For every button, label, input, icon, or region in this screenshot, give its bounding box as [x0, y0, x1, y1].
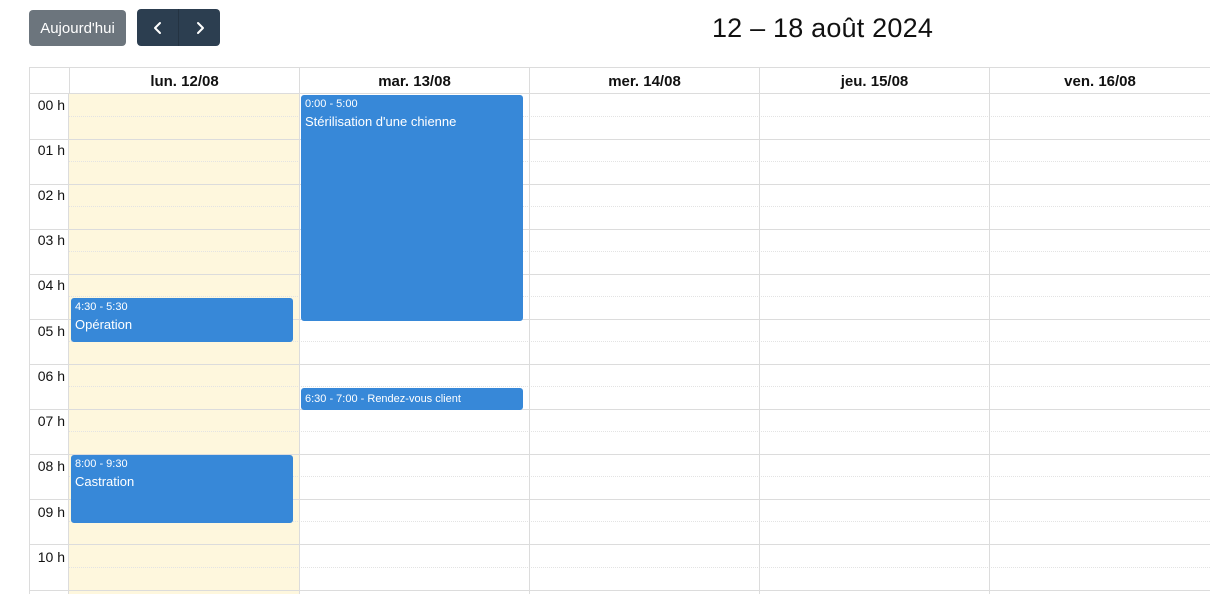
half-hour-line	[69, 251, 1210, 252]
hour-label: 06 h	[37, 368, 65, 384]
event-title: Castration	[75, 474, 135, 489]
hour-line	[29, 229, 1210, 230]
chevron-left-icon	[153, 21, 161, 34]
hour-label: 09 h	[37, 504, 65, 520]
half-hour-line	[69, 431, 1210, 432]
half-hour-line	[69, 296, 1210, 297]
event-time: 4:30 - 5:30	[75, 301, 128, 313]
day-header-thu[interactable]: jeu. 15/08	[759, 68, 989, 94]
week-grid: lun. 12/08 mar. 13/08 mer. 14/08 jeu. 15…	[29, 67, 1210, 594]
column-line	[989, 94, 990, 594]
day-header-row: lun. 12/08 mar. 13/08 mer. 14/08 jeu. 15…	[29, 67, 1210, 94]
hour-line	[29, 409, 1210, 410]
hour-label: 02 h	[37, 187, 65, 203]
event-title: Opération	[75, 317, 133, 332]
day-header-wed[interactable]: mer. 14/08	[529, 68, 759, 94]
prev-week-button[interactable]	[137, 9, 178, 46]
next-week-button[interactable]	[178, 9, 220, 46]
day-header-mon[interactable]: lun. 12/08	[69, 68, 299, 94]
day-header-fri[interactable]: ven. 16/08	[989, 68, 1210, 94]
hour-line	[29, 184, 1210, 185]
hour-label: 00 h	[37, 97, 65, 113]
hour-line	[29, 544, 1210, 545]
half-hour-line	[69, 386, 1210, 387]
event-time: 0:00 - 5:00	[305, 98, 358, 110]
day-header-tue[interactable]: mar. 13/08	[299, 68, 529, 94]
calendar-toolbar: Aujourd'hui 12 – 18 août 2024	[0, 0, 1210, 60]
event-time: 8:00 - 9:30	[75, 458, 128, 470]
half-hour-line	[69, 116, 1210, 117]
hour-label: 10 h	[37, 549, 65, 565]
hour-label: 03 h	[37, 232, 65, 248]
calendar-event[interactable]: 0:00 - 5:00 Stérilisation d'une chienne	[301, 95, 523, 321]
calendar-title: 12 – 18 août 2024	[711, 13, 934, 43]
column-line	[68, 94, 69, 594]
chevron-right-icon	[196, 21, 204, 34]
hour-line	[29, 364, 1210, 365]
hour-label: 01 h	[37, 142, 65, 158]
calendar-event[interactable]: 4:30 - 5:30 Opération	[71, 298, 293, 342]
hour-line	[29, 139, 1210, 140]
calendar-event[interactable]: 8:00 - 9:30 Castration	[71, 455, 293, 523]
column-line	[299, 94, 300, 594]
half-hour-line	[69, 567, 1210, 568]
column-line	[759, 94, 760, 594]
event-summary: 6:30 - 7:00 - Rendez-vous client	[305, 393, 461, 405]
time-grid-body[interactable]: 00 h 01 h 02 h 03 h 04 h 05 h 06 h 07 h …	[29, 94, 1210, 594]
hour-line	[29, 274, 1210, 275]
hour-label: 07 h	[37, 413, 65, 429]
hour-label: 08 h	[37, 458, 65, 474]
half-hour-line	[69, 206, 1210, 207]
event-title: Stérilisation d'une chienne	[305, 114, 457, 129]
hour-line	[29, 590, 1210, 591]
column-line	[529, 94, 530, 594]
today-button[interactable]: Aujourd'hui	[29, 10, 126, 46]
time-gutter-header	[29, 68, 69, 94]
hour-label: 04 h	[37, 277, 65, 293]
nav-button-group	[137, 9, 220, 46]
calendar-event[interactable]: 6:30 - 7:00 - Rendez-vous client	[301, 388, 523, 410]
hour-label: 05 h	[37, 323, 65, 339]
half-hour-line	[69, 161, 1210, 162]
